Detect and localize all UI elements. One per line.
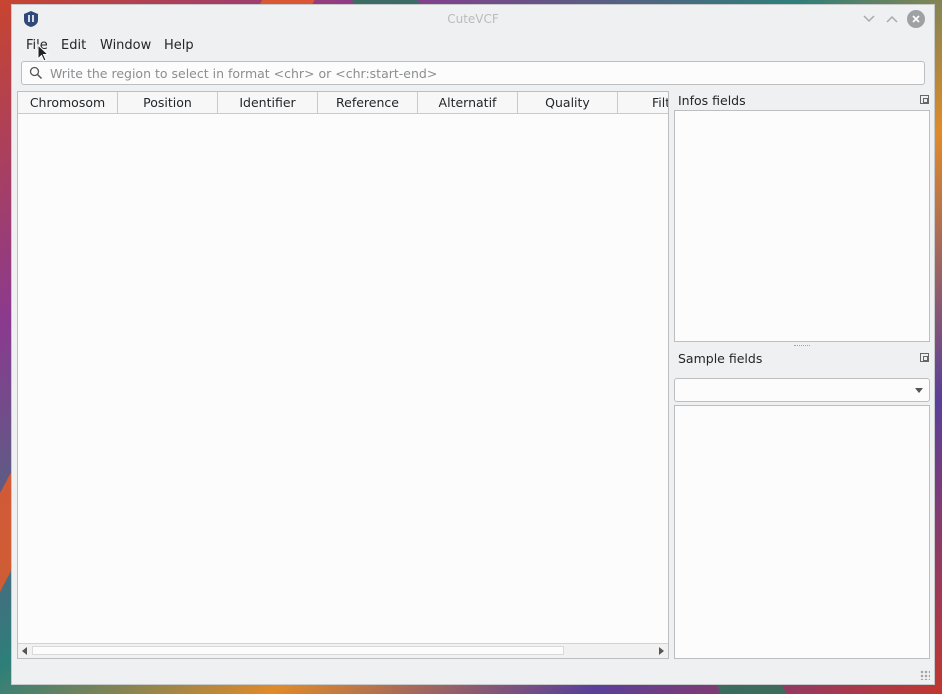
sample-dock-title: Sample fields	[678, 351, 763, 366]
region-search-box[interactable]	[21, 61, 925, 85]
resize-grip[interactable]	[920, 670, 930, 680]
scroll-left-button[interactable]	[18, 644, 32, 658]
column-header-position[interactable]: Position	[118, 92, 218, 113]
minimize-button[interactable]	[860, 10, 878, 28]
column-header-identifier[interactable]: Identifier	[218, 92, 318, 113]
minimize-icon	[863, 15, 875, 23]
column-header-chromosom[interactable]: Chromosom	[18, 92, 118, 113]
scrollbar-thumb[interactable]	[32, 646, 564, 655]
sample-select[interactable]	[674, 378, 930, 402]
menu-edit[interactable]: Edit	[61, 38, 86, 53]
chevron-down-icon	[915, 388, 923, 393]
column-header-alternatif[interactable]: Alternatif	[418, 92, 518, 113]
menu-window[interactable]: Window	[100, 38, 151, 53]
arrow-left-icon	[22, 647, 27, 655]
dock-splitter[interactable]	[794, 345, 810, 348]
variant-table[interactable]: Chromosom Position Identifier Reference …	[17, 91, 669, 659]
infos-fields-panel[interactable]	[674, 110, 930, 342]
search-icon	[29, 66, 43, 80]
column-header-reference[interactable]: Reference	[318, 92, 418, 113]
column-header-filter[interactable]: Filter	[618, 92, 668, 113]
menu-help[interactable]: Help	[164, 38, 194, 53]
window-title: CuteVCF	[447, 12, 499, 26]
title-bar[interactable]: CuteVCF	[12, 5, 934, 33]
mouse-cursor-icon	[37, 44, 49, 62]
menu-bar: File Edit Window Help	[12, 35, 934, 57]
table-header: Chromosom Position Identifier Reference …	[18, 92, 668, 114]
main-window: CuteVCF File Edit Window Help Chromosom …	[11, 4, 935, 685]
infos-dock: Infos fields	[674, 93, 931, 343]
column-header-quality[interactable]: Quality	[518, 92, 618, 113]
close-icon	[912, 15, 920, 23]
scroll-right-button[interactable]	[654, 644, 668, 658]
maximize-icon	[886, 15, 898, 23]
float-icon[interactable]	[920, 353, 929, 362]
sample-fields-panel[interactable]	[674, 405, 930, 659]
horizontal-scrollbar[interactable]	[18, 643, 668, 658]
region-search-input[interactable]	[50, 63, 910, 83]
sample-dock: Sample fields	[674, 351, 931, 659]
arrow-right-icon	[659, 647, 664, 655]
float-icon[interactable]	[920, 95, 929, 104]
maximize-button[interactable]	[883, 10, 901, 28]
infos-dock-title: Infos fields	[678, 93, 746, 108]
close-button[interactable]	[907, 10, 925, 28]
